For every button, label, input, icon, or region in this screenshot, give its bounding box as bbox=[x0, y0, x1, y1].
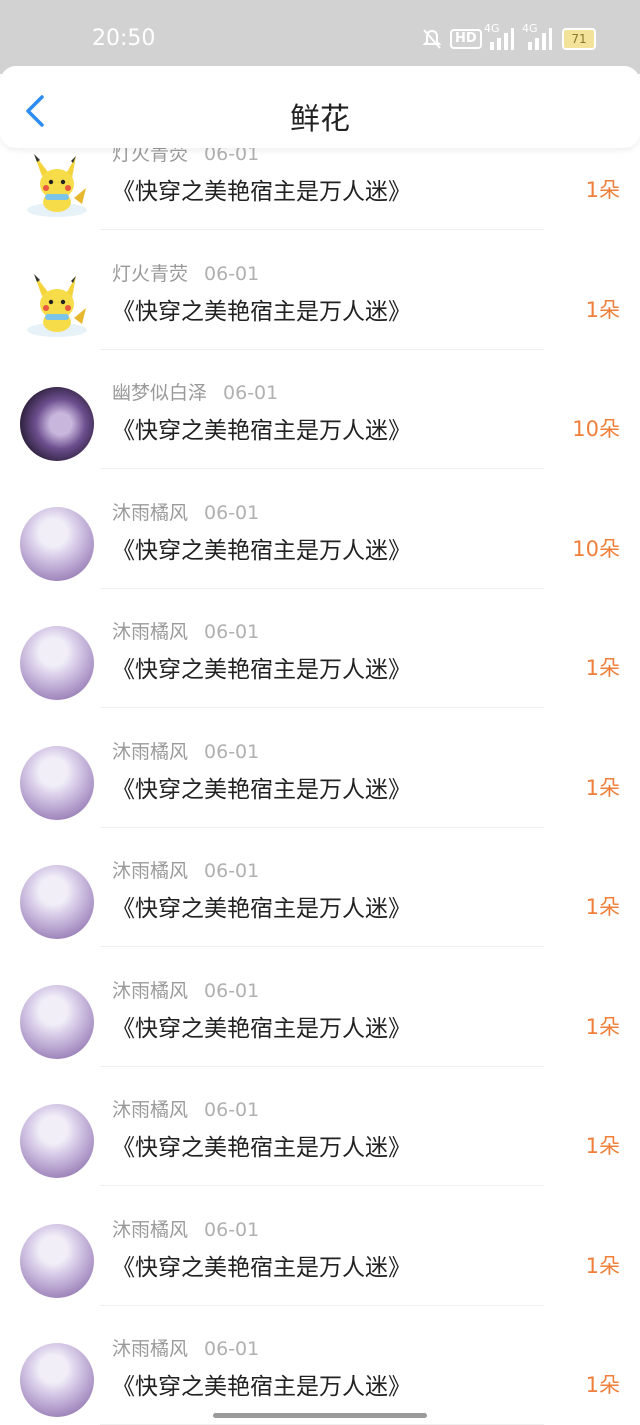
home-indicator[interactable] bbox=[213, 1413, 427, 1418]
book-title[interactable]: 《快穿之美艳宿主是万人迷》 bbox=[112, 650, 411, 684]
book-title[interactable]: 《快穿之美艳宿主是万人迷》 bbox=[112, 1128, 411, 1162]
flower-count: 1朵 bbox=[585, 1373, 620, 1397]
gift-date: 06-01 bbox=[204, 262, 260, 285]
flower-count: 10朵 bbox=[572, 417, 620, 441]
gift-date: 06-01 bbox=[204, 979, 260, 1002]
sender-meta: 沐雨橘风 06-01 bbox=[112, 617, 259, 644]
list-item[interactable]: 沐雨橘风 06-01 《快穿之美艳宿主是万人迷》 1朵 bbox=[0, 1066, 640, 1186]
sender-name[interactable]: 沐雨橘风 bbox=[112, 502, 188, 524]
sender-name[interactable]: 沐雨橘风 bbox=[112, 980, 188, 1002]
avatar[interactable] bbox=[20, 1104, 94, 1178]
pikachu-avatar-image bbox=[27, 154, 87, 217]
flower-count: 10朵 bbox=[572, 536, 620, 561]
avatar[interactable] bbox=[20, 626, 94, 700]
book-title[interactable]: 《快穿之美艳宿主是万人迷》 bbox=[112, 1248, 411, 1282]
sender-name[interactable]: 沐雨橘风 bbox=[112, 1099, 188, 1121]
list-item[interactable]: 沐雨橘风 06-01 《快穿之美艳宿主是万人迷》 10朵 bbox=[0, 469, 640, 589]
list-item[interactable]: 幽梦似白泽 06-01 《快穿之美艳宿主是万人迷》 10朵 bbox=[0, 349, 640, 469]
list-item[interactable]: 灯火青荧 06-01 《快穿之美艳宿主是万人迷》 1朵 bbox=[0, 230, 640, 350]
sender-name[interactable]: 沐雨橘风 bbox=[112, 741, 188, 763]
sender-meta: 沐雨橘风 06-01 bbox=[112, 498, 259, 525]
book-title[interactable]: 《快穿之美艳宿主是万人迷》 bbox=[112, 292, 411, 326]
sender-meta: 沐雨橘风 06-01 bbox=[112, 1095, 259, 1122]
sender-meta: 沐雨橘风 06-01 bbox=[112, 976, 259, 1003]
header-bar: 鲜花 bbox=[0, 66, 640, 148]
flower-count: 1朵 bbox=[585, 1253, 620, 1278]
flower-count: 1朵 bbox=[585, 178, 620, 202]
avatar[interactable] bbox=[20, 148, 94, 222]
gift-date: 06-01 bbox=[204, 860, 260, 882]
avatar[interactable] bbox=[20, 745, 94, 820]
list-item[interactable]: 沐雨橘风 06-01 《快穿之美艳宿主是万人迷》 1朵 bbox=[0, 588, 640, 708]
page-title: 鲜花 bbox=[290, 102, 350, 137]
sender-meta: 沐雨橘风 06-01 bbox=[112, 1334, 259, 1361]
book-title[interactable]: 《快穿之美艳宿主是万人迷》 bbox=[112, 172, 411, 206]
avatar[interactable] bbox=[20, 984, 94, 1059]
flower-count: 1朵 bbox=[585, 656, 620, 680]
sender-name[interactable]: 沐雨橘风 bbox=[112, 860, 188, 882]
list-item[interactable]: 沐雨橘风 06-01 《快穿之美艳宿主是万人迷》 1朵 bbox=[0, 1305, 640, 1425]
sender-name[interactable]: 沐雨橘风 bbox=[112, 1338, 188, 1360]
book-title[interactable]: 《快穿之美艳宿主是万人迷》 bbox=[112, 531, 411, 565]
list-item[interactable]: 沐雨橘风 06-01 《快穿之美艳宿主是万人迷》 1朵 bbox=[0, 947, 640, 1067]
gift-date: 06-01 bbox=[204, 1218, 260, 1241]
sender-meta: 沐雨橘风 06-01 bbox=[112, 856, 259, 883]
avatar[interactable] bbox=[20, 1343, 94, 1417]
list-item[interactable]: 沐雨橘风 06-01 《快穿之美艳宿主是万人迷》 1朵 bbox=[0, 1186, 640, 1306]
avatar[interactable] bbox=[20, 1223, 94, 1298]
avatar[interactable] bbox=[20, 268, 94, 342]
flower-count: 1朵 bbox=[585, 1134, 620, 1158]
gift-date: 06-01 bbox=[223, 382, 279, 404]
sender-meta: 沐雨橘风 06-01 bbox=[112, 1215, 259, 1242]
sender-name[interactable]: 灯火青荧 bbox=[112, 263, 188, 285]
pikachu-avatar-image bbox=[27, 273, 87, 337]
avatar[interactable] bbox=[20, 865, 94, 939]
book-title[interactable]: 《快穿之美艳宿主是万人迷》 bbox=[112, 770, 411, 804]
avatar[interactable] bbox=[20, 387, 94, 461]
flower-count: 1朵 bbox=[585, 775, 620, 800]
gift-date: 06-01 bbox=[204, 621, 260, 643]
flower-count: 1朵 bbox=[585, 895, 620, 919]
book-title[interactable]: 《快穿之美艳宿主是万人迷》 bbox=[112, 889, 411, 923]
sender-name[interactable]: 沐雨橘风 bbox=[112, 621, 188, 643]
sender-meta: 沐雨橘风 06-01 bbox=[112, 737, 259, 764]
gift-date: 06-01 bbox=[204, 1338, 260, 1360]
avatar[interactable] bbox=[20, 506, 94, 581]
sender-meta: 灯火青荧 06-01 bbox=[112, 259, 259, 286]
gift-date: 06-01 bbox=[204, 501, 260, 524]
flower-list: 灯火青荧 06-01 《快穿之美艳宿主是万人迷》 1朵 灯火青荧 06-01 《快穿… bbox=[0, 0, 640, 1425]
book-title[interactable]: 《快穿之美艳宿主是万人迷》 bbox=[112, 411, 411, 445]
sender-meta: 幽梦似白泽 06-01 bbox=[112, 378, 278, 405]
list-item[interactable]: 沐雨橘风 06-01 《快穿之美艳宿主是万人迷》 1朵 bbox=[0, 708, 640, 828]
book-title[interactable]: 《快穿之美艳宿主是万人迷》 bbox=[112, 1009, 411, 1043]
sender-name[interactable]: 沐雨橘风 bbox=[112, 1219, 188, 1241]
gift-date: 06-01 bbox=[204, 740, 260, 763]
flower-count: 1朵 bbox=[585, 297, 620, 322]
book-title[interactable]: 《快穿之美艳宿主是万人迷》 bbox=[112, 1367, 411, 1401]
gift-date: 06-01 bbox=[204, 1099, 260, 1121]
flower-count: 1朵 bbox=[585, 1014, 620, 1039]
list-item[interactable]: 沐雨橘风 06-01 《快穿之美艳宿主是万人迷》 1朵 bbox=[0, 827, 640, 947]
sender-name[interactable]: 幽梦似白泽 bbox=[112, 382, 207, 404]
